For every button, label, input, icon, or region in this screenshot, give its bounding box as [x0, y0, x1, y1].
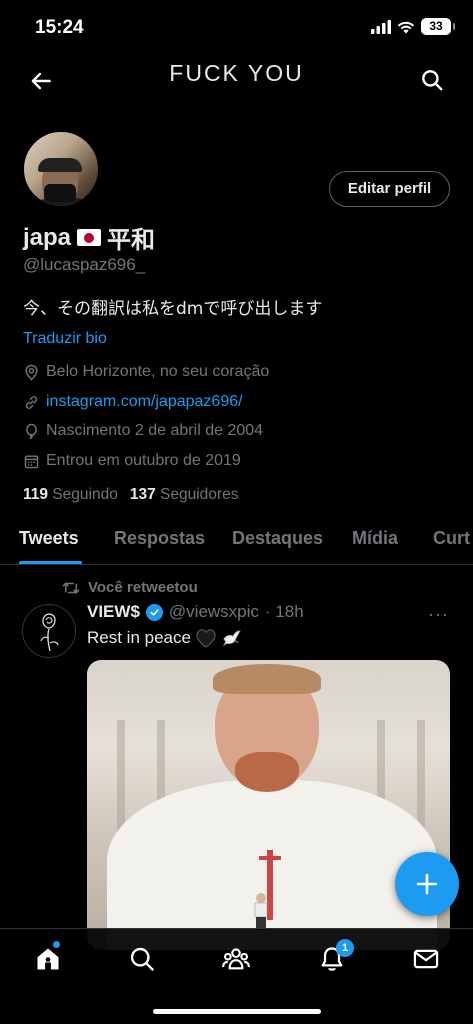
profile-bio: 今、その翻訳は私をdmで呼び出します [23, 299, 323, 319]
tweet-author-handle: @viewsxpic [168, 602, 259, 621]
link-icon [25, 395, 38, 409]
following-label: Seguindo [52, 486, 118, 503]
verified-badge-icon [145, 603, 163, 621]
profile-avatar[interactable] [22, 130, 100, 208]
followers-label: Seguidores [160, 486, 239, 503]
plus-icon [416, 873, 438, 895]
shirt-graphic-shape [254, 850, 281, 930]
tweet-more-options[interactable]: ··· [428, 604, 449, 625]
tweet-header: VIEW$ @viewsxpic · 18h [87, 602, 304, 622]
follow-stats: 119 Seguindo 137 Seguidores [23, 486, 238, 504]
signal-icon [371, 19, 391, 34]
following-stat[interactable]: 119 Seguindo [23, 486, 118, 504]
website-link[interactable]: instagram.com/japapaz696/ [46, 393, 243, 411]
top-nav: FUCK YOU [0, 56, 473, 104]
rose-icon [40, 613, 59, 652]
birthday-text: Nascimento 2 de abril de 2004 [46, 422, 264, 439]
black-heart-icon [196, 629, 216, 648]
communities-icon[interactable] [222, 945, 250, 973]
avatar-cap-shape [38, 158, 82, 172]
profile-tabs: Tweets Respostas Destaques Mídia Curt [0, 520, 473, 565]
tab-destaques[interactable]: Destaques [232, 528, 323, 549]
messages-mail-icon[interactable] [412, 945, 440, 973]
compose-tweet-button[interactable] [395, 852, 459, 916]
location-pin-icon [25, 364, 38, 381]
bottom-nav: 1 [0, 928, 473, 1024]
photo-beard-shape [235, 752, 299, 792]
tweet-author-avatar[interactable] [22, 604, 76, 658]
edit-profile-button[interactable]: Editar perfil [329, 171, 450, 207]
active-tab-indicator [19, 561, 82, 564]
followers-stat[interactable]: 137 Seguidores [130, 486, 239, 504]
followers-count: 137 [129, 486, 156, 503]
home-unread-dot [53, 941, 60, 948]
tab-curtidas[interactable]: Curt [433, 528, 470, 549]
tweet-text: Rest in peace [87, 628, 243, 648]
display-name-text: japa [23, 223, 72, 251]
website-row: instagram.com/japapaz696/ [23, 393, 243, 411]
following-count: 119 [23, 486, 49, 503]
birthday-row: Nascimento 2 de abril de 2004 [23, 422, 263, 440]
avatar-mask-shape [44, 184, 76, 202]
battery-indicator: 33 [421, 18, 455, 35]
tab-midia[interactable]: Mídia [352, 528, 398, 549]
tab-tweets[interactable]: Tweets [19, 528, 79, 549]
location-row: Belo Horizonte, no seu coração [23, 363, 269, 381]
retweet-indicator: Você retweetou [62, 579, 198, 596]
balloon-icon [26, 423, 37, 439]
search-nav-icon[interactable] [128, 945, 156, 973]
dove-icon [222, 630, 241, 647]
retweet-label: Você retweetou [88, 579, 198, 596]
tweet-time: · 18h [264, 602, 304, 621]
search-icon[interactable] [419, 67, 445, 93]
home-indicator-bar [153, 1009, 321, 1014]
notification-count-badge: 1 [336, 939, 354, 957]
joined-text: Entrou em outubro de 2019 [46, 452, 241, 469]
joined-row: Entrou em outubro de 2019 [23, 452, 241, 470]
translate-bio-link[interactable]: Traduzir bio [23, 330, 107, 348]
display-name: japa 平和 [23, 220, 155, 255]
calendar-icon [24, 454, 39, 468]
page-title: FUCK YOU [169, 60, 304, 86]
profile-handle: @lucaspaz696_ [23, 255, 146, 274]
tweet-text-content: Rest in peace [87, 628, 191, 647]
japan-flag-icon [77, 229, 102, 246]
home-icon[interactable] [34, 945, 62, 973]
tab-respostas[interactable]: Respostas [114, 528, 205, 549]
wifi-icon [397, 21, 415, 33]
status-time: 15:24 [35, 17, 84, 38]
tweet-media-image[interactable] [87, 660, 450, 950]
status-icons: 33 [371, 18, 455, 35]
status-bar: 15:24 33 [0, 0, 473, 56]
tweet-author-name[interactable]: VIEW$ [87, 602, 140, 622]
location-text: Belo Horizonte, no seu coração [46, 363, 270, 380]
photo-hair-shape [213, 664, 321, 694]
display-name-suffix: 平和 [107, 226, 156, 254]
retweet-icon [62, 581, 80, 594]
